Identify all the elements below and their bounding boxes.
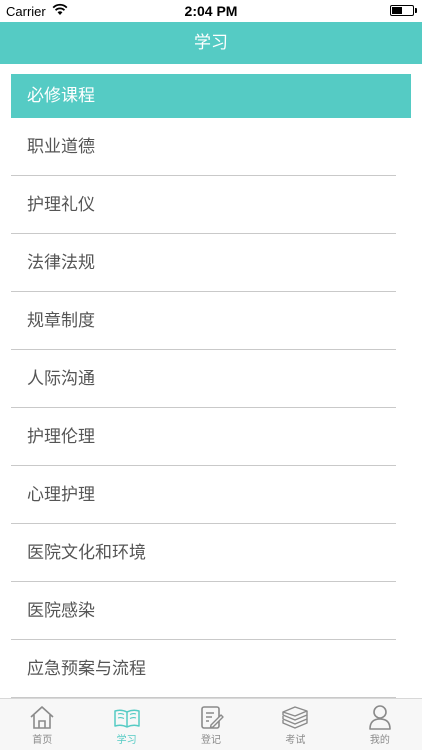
- tab-exam[interactable]: 考试: [253, 699, 337, 750]
- list-item-label: 法律法规: [27, 253, 95, 273]
- tab-register-label: 登记: [201, 735, 222, 746]
- list-item[interactable]: 护理礼仪: [11, 176, 396, 234]
- page-title: 学习: [194, 33, 228, 53]
- list-item[interactable]: 医院文化和环境: [11, 524, 396, 582]
- list-item[interactable]: 规章制度: [11, 292, 396, 350]
- list-item-label: 医院感染: [27, 601, 95, 621]
- course-content: 必修课程 职业道德 护理礼仪 法律法规 规章制度 人际沟通 护理伦理 心理护理 …: [0, 64, 422, 698]
- home-icon: [28, 704, 56, 730]
- status-bar: Carrier 2:04 PM: [0, 0, 422, 22]
- tab-home-label: 首页: [32, 735, 53, 746]
- list-item-label: 人际沟通: [27, 369, 95, 389]
- nav-bar: 学习: [0, 22, 422, 64]
- book-icon: [113, 704, 141, 730]
- list-item[interactable]: 法律法规: [11, 234, 396, 292]
- tab-profile[interactable]: 我的: [338, 699, 422, 750]
- list-item[interactable]: 应急预案与流程: [11, 640, 396, 698]
- list-item[interactable]: 职业道德: [11, 118, 396, 176]
- list-item-label: 护理礼仪: [27, 195, 95, 215]
- list-item-label: 护理伦理: [27, 427, 95, 447]
- books-stack-icon: [281, 704, 309, 730]
- user-icon: [366, 704, 394, 730]
- edit-note-icon: [197, 704, 225, 730]
- list-item-label: 应急预案与流程: [27, 659, 146, 679]
- list-item-label: 心理护理: [27, 485, 95, 505]
- list-item[interactable]: 人际沟通: [11, 350, 396, 408]
- screen: Carrier 2:04 PM 学习 必修课程 职业道德 护理礼仪 法律法规 规…: [0, 0, 422, 750]
- list-item-label: 职业道德: [27, 137, 95, 157]
- list-item-label: 规章制度: [27, 311, 95, 331]
- section-header-label: 必修课程: [27, 86, 95, 106]
- list-item[interactable]: 心理护理: [11, 466, 396, 524]
- status-time: 2:04 PM: [184, 3, 238, 19]
- tab-bar: 首页 学习 登记 考试 我的: [0, 698, 422, 750]
- battery-icon: [390, 5, 417, 16]
- tab-exam-label: 考试: [285, 735, 306, 746]
- tab-profile-label: 我的: [369, 735, 390, 746]
- tab-home[interactable]: 首页: [0, 699, 84, 750]
- section-header-required-courses[interactable]: 必修课程: [11, 74, 411, 118]
- tab-study-label: 学习: [116, 735, 137, 746]
- list-item[interactable]: 护理伦理: [11, 408, 396, 466]
- list-item-label: 医院文化和环境: [27, 543, 146, 563]
- course-list: 职业道德 护理礼仪 法律法规 规章制度 人际沟通 护理伦理 心理护理 医院文化和…: [0, 118, 422, 698]
- tab-register[interactable]: 登记: [169, 699, 253, 750]
- list-item[interactable]: 医院感染: [11, 582, 396, 640]
- tab-study[interactable]: 学习: [84, 699, 168, 750]
